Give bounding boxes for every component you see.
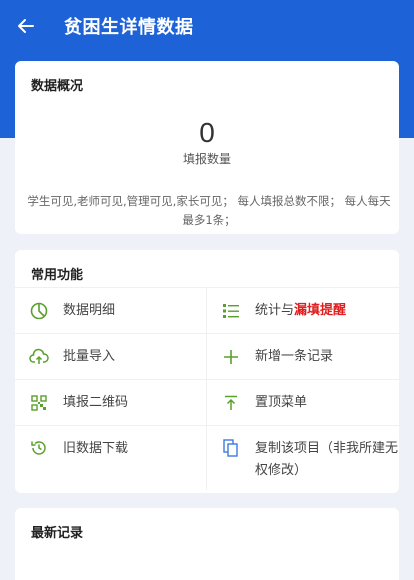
functions-title: 常用功能: [31, 268, 84, 283]
overview-title: 数据概况: [31, 79, 84, 94]
batch-import-label: 批量导入: [63, 348, 116, 364]
pin-menu-label: 置顶菜单: [255, 394, 308, 410]
stats-label-text: 统计与: [255, 302, 295, 318]
stats-reminder-button[interactable]: 统计与漏填提醒: [207, 288, 399, 334]
old-data-download-label: 旧数据下载: [63, 441, 129, 456]
recent-records-card: 最新记录: [15, 508, 399, 580]
qr-code-icon: [29, 393, 49, 413]
visibility-note: 学生可见,老师可见,管理可见,家长可见； 每人填报总数不限； 每人每天最多1条；: [27, 194, 391, 227]
functions-grid: 数据明细 统计与漏填提醒 批量导入 新增一条记录 填报二维码 置顶菜单 旧数据下…: [15, 287, 399, 490]
data-detail-label: 数据明细: [63, 302, 116, 318]
recent-records-title: 最新记录: [31, 526, 84, 541]
fill-count-label: 填报数量: [182, 152, 231, 166]
stats-reminder-label: 统计与漏填提醒: [255, 300, 346, 322]
copy-project-label: 复制该项目（非我所建无权修改）: [255, 441, 399, 478]
history-icon: [29, 438, 49, 458]
cloud-upload-icon: [29, 347, 49, 367]
qr-code-label: 填报二维码: [63, 394, 129, 410]
overview-card: 数据概况 0 填报数量 学生可见,老师可见,管理可见,家长可见； 每人填报总数不…: [15, 61, 399, 234]
pie-chart-icon: [29, 301, 49, 321]
fill-count: 0: [199, 117, 215, 148]
old-data-download-button[interactable]: 旧数据下载: [15, 426, 207, 490]
copy-icon: [221, 438, 241, 458]
batch-import-button[interactable]: 批量导入: [15, 334, 207, 380]
page-title: 贫困生详情数据: [64, 17, 194, 38]
pin-top-icon: [221, 393, 241, 413]
top-bar: 贫困生详情数据: [0, 0, 414, 52]
copy-project-button[interactable]: 复制该项目（非我所建无权修改）: [207, 426, 399, 490]
back-button[interactable]: [0, 0, 52, 52]
plus-icon: [221, 347, 241, 367]
qr-code-button[interactable]: 填报二维码: [15, 380, 207, 426]
pin-menu-button[interactable]: 置顶菜单: [207, 380, 399, 426]
data-detail-button[interactable]: 数据明细: [15, 288, 207, 334]
list-icon: [221, 301, 241, 321]
missing-reminder-text: 漏填提醒: [294, 302, 347, 318]
back-arrow-icon: [18, 19, 34, 33]
functions-card: 常用功能 数据明细 统计与漏填提醒 批量导入 新增一条记录 填报二维码 置顶菜单…: [15, 250, 399, 493]
add-record-label: 新增一条记录: [255, 348, 334, 364]
add-record-button[interactable]: 新增一条记录: [207, 334, 399, 380]
